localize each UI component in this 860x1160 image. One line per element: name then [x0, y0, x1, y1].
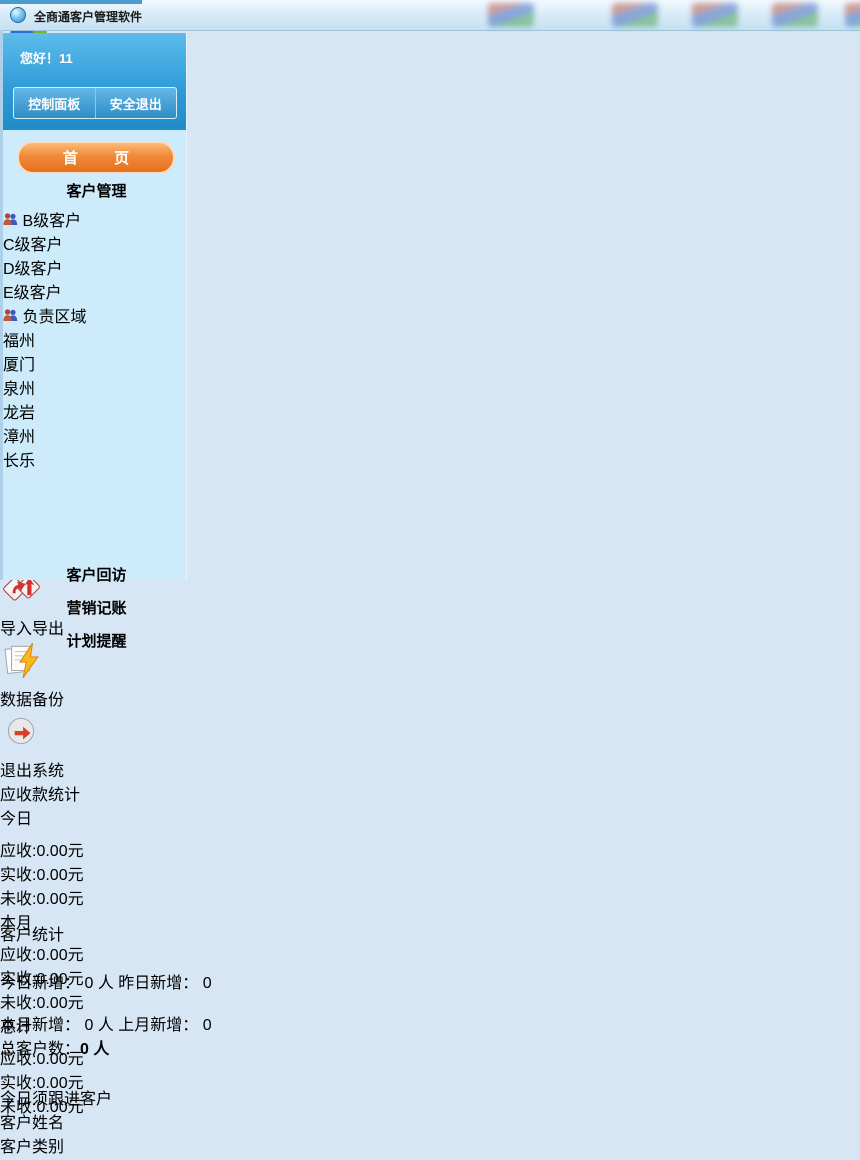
- app-icon: [10, 7, 26, 23]
- nav-plan-reminder-button[interactable]: 计划提醒: [17, 624, 176, 657]
- sidebar: 您好！11 控制面板 安全退出 首 页 客户管理 B级客户 C级客户 D级客户 …: [3, 33, 187, 650]
- receivable-value: 0.00元: [36, 947, 84, 964]
- tree-item-quanzhou[interactable]: 泉州: [3, 375, 186, 399]
- stat-value-total-customers: 0 人: [80, 1041, 110, 1058]
- tree-item-longyan[interactable]: 龙岩: [3, 399, 186, 423]
- tree-item-c-level[interactable]: C级客户: [3, 231, 186, 255]
- stat-label-total-customers: 总客户数：: [0, 1041, 81, 1058]
- unreceived-label: 未收:: [0, 995, 37, 1012]
- control-panel-button[interactable]: 控制面板: [14, 88, 96, 118]
- stat-label-yesterday-new: 昨日新增：: [118, 975, 199, 992]
- nav-marketing-account-button[interactable]: 营销记账: [17, 591, 176, 624]
- panel-tab-followup: 今日须跟进客户: [0, 1091, 113, 1108]
- stat-value-yesterday-new: 0: [202, 975, 212, 992]
- nav-customer-mgmt-button[interactable]: 客户管理: [17, 174, 176, 207]
- receivable-label: 应收:: [0, 843, 37, 860]
- exit-icon: [0, 717, 42, 756]
- stat-value-month-new: 0 人: [84, 1017, 114, 1034]
- logout-button[interactable]: 安全退出: [96, 88, 177, 118]
- stat-label-month-new: 本月新增：: [0, 1017, 81, 1034]
- stat-value-lastmonth-new: 0: [202, 1017, 212, 1034]
- titlebar[interactable]: 全商通客户管理软件: [0, 0, 860, 31]
- desktop-icon-ghost: [772, 3, 818, 27]
- tree-item-fuzhou[interactable]: 福州: [3, 327, 186, 351]
- receivable-value: 0.00元: [36, 843, 84, 860]
- receivable-label: 应收:: [0, 947, 37, 964]
- customer-tree: B级客户 C级客户 D级客户 E级客户 负责区域 福州 厦门 泉州 龙岩 漳州 …: [3, 207, 186, 471]
- nav-home-button[interactable]: 首 页: [17, 141, 175, 174]
- main-content: 应收款统计 今日 应收:0.00元 实收:0.00元 未收:0.00元 本月 应…: [0, 781, 860, 1160]
- greeting-text: 您好！11: [20, 51, 73, 66]
- desktop-icon-ghost: [488, 3, 534, 27]
- tree-item-e-level[interactable]: E级客户: [3, 279, 186, 303]
- toolbar-exit[interactable]: 退出系统: [0, 710, 860, 781]
- stat-label-lastmonth-new: 上月新增：: [118, 1017, 199, 1034]
- panel-followup: 客户姓名 客户类别 客户状态 联系手机: [0, 1109, 414, 1160]
- stat-label-today-new: 今日新增：: [0, 975, 81, 992]
- unreceived-value: 0.00元: [36, 891, 84, 908]
- window-title: 全商通客户管理软件: [34, 10, 143, 24]
- unreceived-value: 0.00元: [36, 995, 84, 1012]
- sidebar-body: 首 页 客户管理 B级客户 C级客户 D级客户 E级客户 负责区域 福州 厦门 …: [3, 130, 186, 650]
- background-window-edge: [0, 0, 142, 4]
- sidebar-header: 您好！11 控制面板 安全退出: [3, 33, 186, 130]
- sidebar-header-buttons: 控制面板 安全退出: [13, 87, 177, 119]
- panel-receivables: 今日 应收:0.00元 实收:0.00元 未收:0.00元 本月 应收:0.00…: [0, 805, 414, 1116]
- column-customer-type[interactable]: 客户类别: [0, 1133, 96, 1157]
- received-value: 0.00元: [36, 867, 84, 884]
- received-label: 实收:: [0, 867, 37, 884]
- tree-item-d-level[interactable]: D级客户: [3, 255, 186, 279]
- users-icon: [3, 309, 22, 326]
- desktop-icon-ghost: [612, 3, 658, 27]
- nav-customer-visit-button[interactable]: 客户回访: [17, 558, 176, 591]
- desktop-icon-ghost: [692, 3, 738, 27]
- stat-group-today: 今日 应收:0.00元 实收:0.00元 未收:0.00元: [0, 811, 84, 908]
- desktop-icon-ghost: [845, 3, 860, 27]
- tree-item-zhangzhou[interactable]: 漳州: [3, 423, 186, 447]
- tree-item-changle[interactable]: 长乐: [3, 447, 186, 471]
- panel-tab-customer-stats: 客户统计: [0, 927, 65, 944]
- panel-tab-receivables: 应收款统计: [0, 787, 81, 804]
- stat-value-today-new: 0 人: [84, 975, 114, 992]
- backup-lightning-icon: [0, 642, 42, 685]
- column-customer-status[interactable]: 客户状态: [0, 1157, 88, 1160]
- tree-item-region-root[interactable]: 负责区域: [3, 303, 186, 327]
- tree-item-b-level[interactable]: B级客户: [3, 207, 186, 231]
- followup-table-header: 客户姓名 客户类别 客户状态 联系手机: [0, 1109, 414, 1160]
- tree-item-xiamen[interactable]: 厦门: [3, 351, 186, 375]
- column-customer-name[interactable]: 客户姓名: [0, 1109, 104, 1133]
- users-icon: [3, 213, 22, 230]
- unreceived-label: 未收:: [0, 891, 37, 908]
